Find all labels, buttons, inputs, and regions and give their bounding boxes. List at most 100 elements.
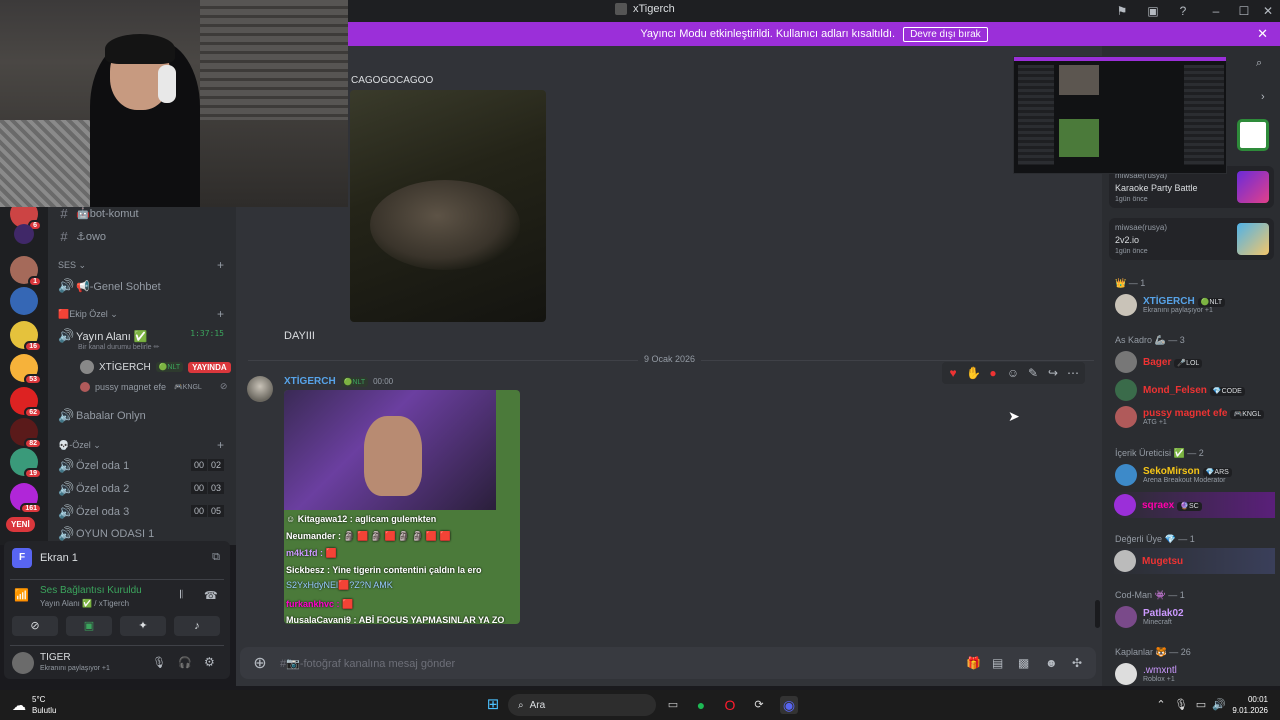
minimize-icon[interactable]: – <box>1208 3 1224 19</box>
server-icon[interactable]: 62 <box>10 387 42 418</box>
headphones-icon[interactable]: 🎧 <box>178 656 192 669</box>
sticker-icon[interactable]: ▩ <box>1018 656 1029 670</box>
soundboard-button[interactable]: ♪ <box>174 616 220 636</box>
message-image-stream[interactable]: ☺ Kitagawa12 : aglicam gulemkten Neumand… <box>284 390 520 624</box>
inbox-icon[interactable]: ⚑ <box>1114 3 1130 19</box>
member-item[interactable]: Mond_Felsen 💎CODE <box>1115 379 1245 401</box>
server-icon[interactable]: 16 <box>10 321 42 352</box>
voice-user[interactable]: XTİGERCH 🟢NLT YAYINDA <box>80 360 231 374</box>
member-item[interactable]: Mugetsu <box>1110 548 1275 574</box>
add-channel-icon[interactable]: + <box>217 438 224 452</box>
role-tag: 💎ARS <box>1202 468 1232 477</box>
monitor-icon[interactable]: ▣ <box>1145 3 1161 19</box>
voice-channel-ozel-3[interactable]: 🔊 Özel oda 3 <box>58 504 129 520</box>
category-ses[interactable]: SES ⌄ <box>58 260 86 271</box>
add-channel-icon[interactable]: + <box>217 258 224 272</box>
disable-streamer-mode-button[interactable]: Devre dışı bırak <box>903 26 988 42</box>
help-icon[interactable]: ? <box>1175 3 1191 19</box>
channel-owo[interactable]: # ⚓owo <box>58 229 106 244</box>
close-banner-icon[interactable]: ✕ <box>1257 26 1268 42</box>
chevron-right-icon[interactable]: › <box>1261 91 1265 103</box>
edit-icon[interactable]: ✎ <box>1026 366 1040 380</box>
disconnect-icon[interactable]: ☎ <box>204 589 218 602</box>
voice-channel-babalar[interactable]: 🔊 Babalar Onlyn <box>58 408 146 424</box>
voice-channel-ozel-1[interactable]: 🔊 Özel oda 1 <box>58 458 129 474</box>
connection-channel[interactable]: Yayın Alanı ✅ / xTigerch <box>40 599 129 608</box>
channel-sidebar: # 🤖bot-komut # ⚓owo SES ⌄ + 🔊 📢-Genel Sohbe… <box>48 200 236 545</box>
weather-widget[interactable]: ☁ 5°C Bulutlu <box>12 694 56 716</box>
tray-chevron-icon[interactable]: ⌃ <box>1152 696 1170 714</box>
voice-channel-yayin[interactable]: 🔊 Yayın Alanı ✅ <box>58 328 148 344</box>
activities-button[interactable]: ✦ <box>120 616 166 636</box>
member-item[interactable]: Bager 🎤LOL <box>1115 351 1203 373</box>
member-item[interactable]: sqraex 🔮SC <box>1110 492 1275 518</box>
reply-icon[interactable]: ↪ <box>1046 366 1060 380</box>
add-reaction-icon[interactable]: ☺ <box>1006 366 1020 380</box>
member-item[interactable]: pussy magnet efe 🎮KNGL ATG +1 <box>1115 406 1265 428</box>
search-icon[interactable]: ⌕ <box>1256 57 1262 70</box>
category-ozel[interactable]: 💀-Özel ⌄ <box>58 440 101 451</box>
search-label: Ara <box>529 699 546 711</box>
member-item[interactable]: .wmxntl Roblox +1 <box>1115 663 1177 685</box>
add-channel-icon[interactable]: + <box>217 307 224 321</box>
user-avatar[interactable] <box>12 652 34 674</box>
more-icon[interactable]: ⋯ <box>1066 366 1080 380</box>
member-item[interactable]: XTİGERCH 🟢NLT Ekranını paylaşıyor +1 <box>1115 294 1226 316</box>
taskbar-search[interactable]: ⌕ Ara <box>508 694 656 716</box>
attach-icon[interactable]: ⊕ <box>240 653 280 673</box>
settings-icon[interactable]: ⚙ <box>204 655 215 669</box>
server-icon[interactable]: 1 <box>10 256 42 287</box>
activity-app-icon[interactable] <box>1237 119 1269 151</box>
discord-icon[interactable]: ◉ <box>780 696 798 714</box>
chat-scrollbar[interactable] <box>1095 600 1100 628</box>
tray-mic-icon[interactable]: 🎙 <box>1172 696 1190 714</box>
task-view-icon[interactable]: ▭ <box>664 696 682 714</box>
member-item[interactable]: Patlak02 Minecraft <box>1115 606 1184 628</box>
screen-share-preview[interactable] <box>1013 56 1227 174</box>
noise-suppression-icon[interactable]: 𝄃 <box>180 589 182 602</box>
voice-channel-oyun-1[interactable]: 🔊 OYUN ODASI 1 <box>58 526 154 542</box>
message-author[interactable]: XTİGERCH <box>284 376 336 387</box>
system-clock[interactable]: 00:01 9.01.2026 <box>1232 694 1268 716</box>
thumbs-reaction-icon[interactable]: ✋ <box>966 366 981 380</box>
camera-off-button[interactable]: ⊘ <box>12 616 58 636</box>
member-item[interactable]: SekoMirson 💎ARS Arena Breakout Moderator <box>1115 464 1232 486</box>
mic-icon[interactable]: 🎙 <box>152 656 166 669</box>
voice-channel-genel[interactable]: 🔊 📢-Genel Sohbet <box>58 278 161 294</box>
gif-icon[interactable]: ▤ <box>992 656 1003 670</box>
start-menu-icon[interactable]: ⊞ <box>484 696 502 714</box>
tray-volume-icon[interactable]: 🔊 <box>1210 696 1228 714</box>
user-name[interactable]: TIGER <box>40 652 71 663</box>
tray-network-icon[interactable]: ▭ <box>1192 696 1210 714</box>
close-window-icon[interactable]: ✕ <box>1260 3 1276 19</box>
connection-status[interactable]: Ses Bağlantısı Kuruldu <box>40 585 142 596</box>
heart-reaction-icon[interactable]: ♥ <box>946 366 960 380</box>
server-icon[interactable]: 82 <box>10 418 42 449</box>
message-image-cat[interactable] <box>350 90 546 322</box>
new-servers-pill[interactable]: YENİ <box>6 517 35 532</box>
maximize-icon[interactable]: ☐ <box>1236 3 1252 19</box>
message-avatar[interactable] <box>247 376 273 402</box>
red-circle-reaction-icon[interactable]: ● <box>986 366 1000 380</box>
message-author[interactable]: CAGOGOCAGOO <box>351 75 433 86</box>
category-ekip[interactable]: 🟥Ekip Özel ⌄ <box>58 309 118 320</box>
server-icon[interactable] <box>10 287 38 315</box>
emoji-icon[interactable]: ☻ <box>1045 656 1058 670</box>
opera-icon[interactable]: O <box>721 696 739 714</box>
activity-card[interactable]: miwsae(rusya) 2v2.io 1gün önce <box>1109 218 1274 260</box>
voice-user[interactable]: pussy magnet efe 🎮KNGL ⊘ <box>80 381 227 392</box>
spotify-icon[interactable]: ● <box>692 696 710 714</box>
server-icon[interactable] <box>14 224 34 244</box>
server-icon[interactable]: 161 <box>10 483 42 514</box>
apps-icon[interactable]: ✣ <box>1072 656 1082 670</box>
server-icon[interactable]: 19 <box>10 448 42 479</box>
channel-bot-komut[interactable]: # 🤖bot-komut <box>58 206 138 221</box>
channel-status[interactable]: Bir kanal durumu belirle ✏ <box>78 343 159 351</box>
app-icon[interactable]: ⟳ <box>750 696 768 714</box>
composer-placeholder[interactable]: #📷-fotoğraf kanalına mesaj gönder <box>280 657 455 670</box>
gift-icon[interactable]: 🎁 <box>966 656 981 670</box>
server-icon[interactable]: 53 <box>10 354 42 385</box>
popout-icon[interactable]: ⧉ <box>212 551 220 564</box>
voice-channel-ozel-2[interactable]: 🔊 Özel oda 2 <box>58 481 129 497</box>
screen-share-button[interactable]: ▣ <box>66 616 112 636</box>
